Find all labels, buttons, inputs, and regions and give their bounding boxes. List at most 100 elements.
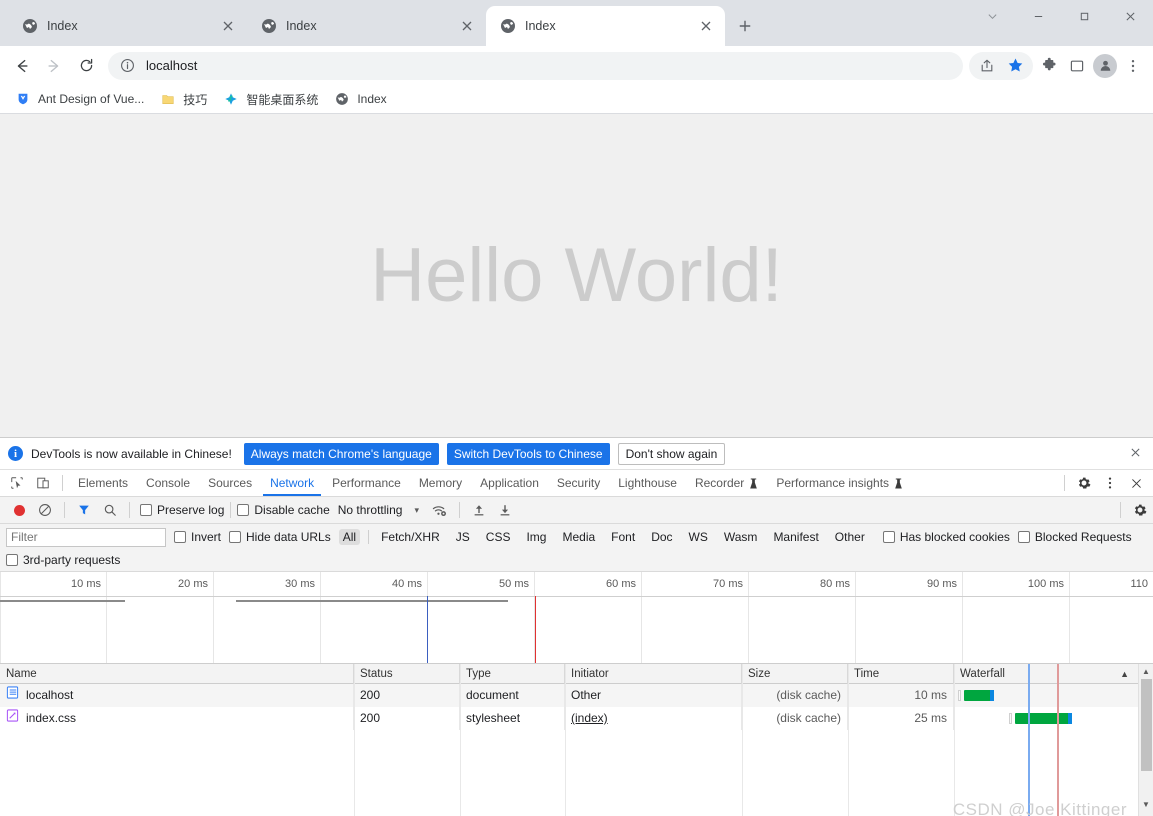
tab-performance[interactable]: Performance [323, 470, 410, 496]
share-icon[interactable] [973, 52, 1001, 80]
hide-data-urls-checkbox[interactable]: Hide data URLs [229, 530, 331, 544]
table-scrollbar[interactable]: ▲ ▼ [1138, 664, 1153, 816]
tab-memory[interactable]: Memory [410, 470, 471, 496]
wifi-gear-icon[interactable] [427, 498, 453, 522]
tab-performance-insights[interactable]: Performance insights [767, 470, 912, 496]
export-arrow-down-icon[interactable] [492, 498, 518, 522]
record-dot-icon[interactable] [6, 498, 32, 522]
chevron-down-icon[interactable] [969, 0, 1015, 32]
bookmark-star-icon[interactable] [1001, 52, 1029, 80]
chevron-down-icon[interactable]: ▾ [414, 505, 419, 516]
reload-button[interactable] [70, 50, 102, 82]
more-vertical-icon[interactable] [1119, 52, 1147, 80]
minimize-icon[interactable] [1015, 0, 1061, 32]
extensions-puzzle-icon[interactable] [1035, 52, 1063, 80]
column-header-size[interactable]: Size [742, 663, 848, 684]
always-match-language-button[interactable]: Always match Chrome's language [243, 442, 439, 465]
scroll-up-arrow-icon[interactable]: ▲ [1139, 664, 1153, 679]
tab-sources[interactable]: Sources [199, 470, 261, 496]
preserve-log-checkbox[interactable]: Preserve log [140, 503, 224, 517]
bookmark-item-index[interactable]: Index [327, 87, 393, 111]
tab-title: Index [47, 19, 78, 33]
filter-type-js[interactable]: JS [452, 529, 474, 545]
bookmark-label: Index [357, 92, 387, 106]
more-vertical-icon[interactable] [1097, 471, 1123, 495]
filter-type-all[interactable]: All [338, 529, 361, 545]
tab-lighthouse[interactable]: Lighthouse [609, 470, 686, 496]
column-header-name[interactable]: Name [0, 663, 354, 684]
tab-close-icon[interactable] [458, 17, 476, 35]
banner-close-icon[interactable] [1128, 446, 1143, 461]
network-settings-gear-icon[interactable] [1127, 498, 1153, 522]
browser-tab-3-active[interactable]: Index [486, 6, 725, 46]
cell-name-text: index.css [26, 711, 77, 725]
filter-funnel-icon[interactable] [71, 498, 97, 522]
filter-type-doc[interactable]: Doc [647, 529, 676, 545]
tab-application[interactable]: Application [471, 470, 548, 496]
import-arrow-up-icon[interactable] [466, 498, 492, 522]
settings-gear-icon[interactable] [1071, 471, 1097, 495]
tab-security[interactable]: Security [548, 470, 609, 496]
side-panel-icon[interactable] [1063, 52, 1091, 80]
tab-close-icon[interactable] [219, 17, 237, 35]
scrollbar-thumb[interactable] [1140, 679, 1152, 771]
has-blocked-cookies-checkbox[interactable]: Has blocked cookies [882, 530, 1010, 544]
invert-checkbox[interactable]: Invert [174, 530, 221, 544]
table-row[interactable]: localhost 200 document Other (disk cache… [0, 684, 1153, 707]
maximize-icon[interactable] [1061, 0, 1107, 32]
overview-request-bar [0, 600, 125, 602]
column-header-initiator[interactable]: Initiator [565, 663, 742, 684]
close-devtools-icon[interactable] [1123, 471, 1149, 495]
tab-console[interactable]: Console [137, 470, 199, 496]
dont-show-again-button[interactable]: Don't show again [617, 442, 726, 465]
filter-type-img[interactable]: Img [522, 529, 550, 545]
third-party-requests-checkbox[interactable]: 3rd-party requests [6, 553, 120, 567]
tab-network[interactable]: Network [261, 470, 323, 496]
filter-type-css[interactable]: CSS [482, 529, 515, 545]
forward-button[interactable] [38, 50, 70, 82]
filter-type-manifest[interactable]: Manifest [769, 529, 822, 545]
search-icon[interactable] [97, 498, 123, 522]
tab-label: Application [480, 476, 539, 490]
column-header-status[interactable]: Status [354, 663, 460, 684]
switch-to-chinese-button[interactable]: Switch DevTools to Chinese [446, 442, 610, 465]
bookmark-item-smart-desktop[interactable]: 智能桌面系统 [216, 87, 325, 111]
divider [230, 502, 232, 518]
disable-cache-checkbox[interactable]: Disable cache [237, 503, 330, 517]
overview-axis-line [0, 596, 1153, 597]
bookmark-folder-jiqiao[interactable]: 技巧 [153, 87, 214, 111]
tab-close-icon[interactable] [697, 17, 715, 35]
tab-recorder[interactable]: Recorder [686, 470, 767, 496]
back-button[interactable] [6, 50, 38, 82]
filter-type-media[interactable]: Media [558, 529, 599, 545]
network-overview-timeline[interactable]: 10 ms 20 ms 30 ms 40 ms 50 ms 60 ms 70 m… [0, 572, 1153, 664]
tab-elements[interactable]: Elements [69, 470, 137, 496]
scroll-down-arrow-icon[interactable]: ▼ [1139, 797, 1153, 812]
throttling-select[interactable]: No throttling [338, 503, 403, 517]
profile-avatar-icon[interactable] [1091, 52, 1119, 80]
filter-type-font[interactable]: Font [607, 529, 639, 545]
site-info-icon[interactable] [120, 58, 136, 74]
bookmark-item-ant-design[interactable]: Ant Design of Vue... [8, 87, 151, 111]
filter-type-other[interactable]: Other [831, 529, 869, 545]
inspect-element-icon[interactable] [4, 471, 30, 495]
browser-tab-1[interactable]: Index [8, 6, 247, 46]
filter-type-fetch-xhr[interactable]: Fetch/XHR [377, 529, 444, 545]
filter-type-wasm[interactable]: Wasm [720, 529, 762, 545]
browser-tab-2[interactable]: Index [247, 6, 486, 46]
column-header-waterfall[interactable]: Waterfall ▲ [954, 664, 1153, 684]
address-bar[interactable]: localhost [108, 51, 963, 80]
close-icon[interactable] [1107, 0, 1153, 32]
initiator-link[interactable]: (index) [571, 711, 608, 725]
device-toolbar-icon[interactable] [30, 471, 56, 495]
filter-input[interactable] [6, 527, 166, 547]
network-request-table: Name Status Type Initiator Size Time Wat… [0, 663, 1153, 816]
tab-label: Sources [208, 476, 253, 490]
blocked-requests-checkbox[interactable]: Blocked Requests [1017, 530, 1132, 544]
clear-no-entry-icon[interactable] [32, 498, 58, 522]
column-header-type[interactable]: Type [460, 663, 565, 684]
filter-type-ws[interactable]: WS [685, 529, 712, 545]
column-header-time[interactable]: Time [848, 663, 954, 684]
new-tab-button[interactable] [731, 12, 759, 40]
table-row[interactable]: index.css 200 stylesheet (index) (disk c… [0, 707, 1153, 730]
